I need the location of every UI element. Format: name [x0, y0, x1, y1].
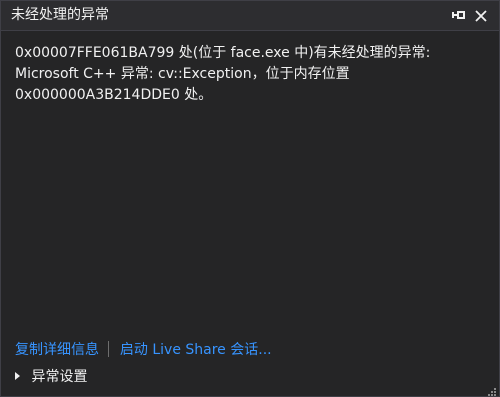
message-line: 0x000000A3B214DDE0 处。	[15, 87, 213, 103]
exception-message: 0x00007FFE061BA799 处(位于 face.exe 中)有未经处理…	[15, 43, 487, 106]
link-separator	[108, 341, 110, 357]
resize-grip-icon[interactable]	[485, 382, 497, 396]
exception-settings-toggle[interactable]: 异常设置	[15, 368, 87, 386]
exception-helper-window: 未经处理的异常 0x00007FFE061BA799 处(位于 face.exe…	[0, 0, 500, 397]
title-bar: 未经处理的异常	[1, 1, 499, 31]
copy-details-link[interactable]: 复制详细信息	[15, 342, 99, 358]
pin-icon[interactable]	[449, 6, 469, 26]
window-title: 未经处理的异常	[11, 7, 109, 23]
close-icon[interactable]	[471, 6, 491, 26]
expand-triangle-icon	[15, 372, 20, 380]
live-share-link[interactable]: 启动 Live Share 会话...	[120, 342, 272, 358]
message-line: 0x00007FFE061BA799 处(位于 face.exe 中)有未经处理…	[15, 45, 431, 61]
exception-settings-label: 异常设置	[31, 369, 88, 385]
action-links: 复制详细信息 启动 Live Share 会话...	[15, 341, 272, 359]
message-line: Microsoft C++ 异常: cv::Exception，位于内存位置	[15, 66, 350, 82]
